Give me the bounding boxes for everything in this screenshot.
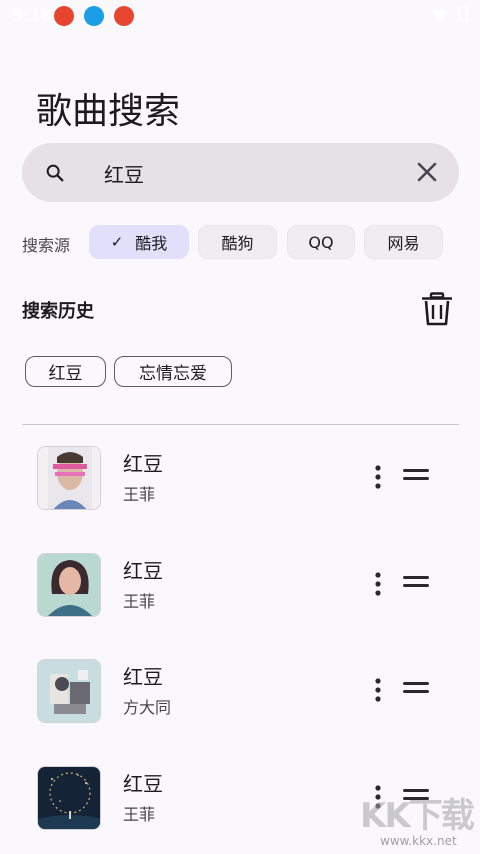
close-icon[interactable] (415, 160, 439, 184)
album-cover (37, 659, 101, 723)
search-source-row: 搜索源 ✓ 酷我 酷狗 QQ 网易 (22, 225, 462, 259)
song-artist: 王菲 (123, 485, 156, 504)
watermark-url: www.kkx.net (380, 834, 457, 848)
source-chip-qq[interactable]: QQ (287, 225, 355, 259)
more-vertical-icon[interactable] (370, 677, 386, 703)
check-icon: ✓ (110, 233, 124, 251)
drag-handle-icon[interactable] (403, 682, 429, 698)
album-cover (37, 446, 101, 510)
more-vertical-icon[interactable] (370, 571, 386, 597)
battery-icon (458, 6, 468, 22)
chip-label: 网易 (387, 234, 420, 253)
song-artist: 王菲 (123, 805, 156, 824)
drag-handle-icon[interactable] (403, 469, 429, 485)
search-bar[interactable] (22, 143, 459, 202)
app-notification-icon (114, 6, 134, 26)
history-tag[interactable]: 忘情忘爱 (114, 356, 232, 387)
chip-label: QQ (308, 232, 334, 252)
status-bar: 3:18 (0, 0, 480, 32)
search-history-title: 搜索历史 (22, 301, 94, 322)
history-tag[interactable]: 红豆 (25, 356, 106, 387)
wifi-icon (432, 10, 450, 22)
status-time: 3:18 (12, 6, 52, 25)
more-vertical-icon[interactable] (370, 464, 386, 490)
song-list-item[interactable]: 红豆 王菲 (0, 446, 480, 542)
song-title: 红豆 (123, 772, 163, 796)
song-artist: 方大同 (123, 698, 172, 717)
chip-label: 酷我 (135, 234, 168, 253)
song-list-item[interactable]: 红豆 王菲 (0, 553, 480, 649)
page-title: 歌曲搜索 (36, 91, 181, 132)
search-icon (46, 164, 64, 182)
song-list-item[interactable]: 红豆 方大同 (0, 659, 480, 755)
divider (22, 424, 459, 425)
download-notification-icon (84, 6, 104, 26)
source-chip-netease[interactable]: 网易 (364, 225, 443, 259)
song-title: 红豆 (123, 559, 163, 583)
source-chip-kugou[interactable]: 酷狗 (198, 225, 277, 259)
song-title: 红豆 (123, 665, 163, 689)
source-chip-kuwo[interactable]: ✓ 酷我 (89, 225, 189, 259)
history-tag-label: 忘情忘爱 (139, 364, 207, 384)
song-title: 红豆 (123, 452, 163, 476)
trash-icon[interactable] (422, 292, 452, 326)
drag-handle-icon[interactable] (403, 576, 429, 592)
song-artist: 王菲 (123, 592, 156, 611)
watermark: KK下载 www.kkx.net (360, 788, 480, 854)
app-notification-icon (54, 6, 74, 26)
watermark-logo: KK下载 (360, 796, 475, 836)
album-cover (37, 553, 101, 617)
history-tag-label: 红豆 (48, 364, 83, 384)
search-input[interactable] (104, 157, 404, 189)
chip-label: 酷狗 (221, 234, 254, 253)
search-source-label: 搜索源 (22, 236, 71, 255)
album-cover (37, 766, 101, 830)
